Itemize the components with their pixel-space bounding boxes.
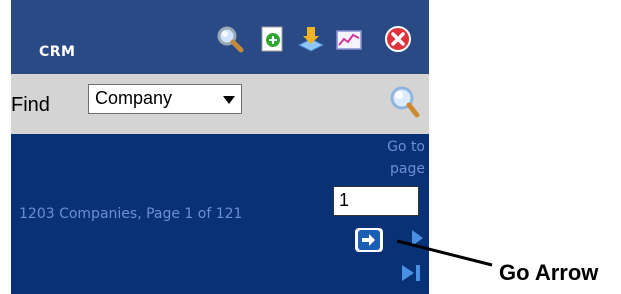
page-number-input[interactable]: 1 [333,186,419,216]
chevron-down-icon [223,96,235,104]
find-type-value: Company [95,88,173,108]
last-page-icon[interactable] [400,263,424,283]
download-icon[interactable] [297,25,325,53]
search-icon[interactable] [216,25,244,53]
find-type-select[interactable]: Company [88,84,242,114]
header-bar: CRM [11,0,429,74]
close-icon[interactable] [384,25,412,53]
find-label: Find [11,94,50,116]
next-page-icon[interactable] [409,228,425,248]
go-arrow-callout-label: Go Arrow [499,260,599,285]
add-icon[interactable] [259,25,287,53]
find-search-icon[interactable] [385,84,421,120]
go-arrow-button[interactable] [355,228,383,252]
app-title: CRM [39,44,76,60]
chart-icon[interactable] [335,25,363,53]
crm-panel: CRM Find Company Go to page 1203 Compani… [11,0,429,294]
page-number-value: 1 [339,190,350,210]
record-count-status: 1203 Companies, Page 1 of 121 [19,206,243,222]
go-to-page-label: Go to page [387,139,425,177]
arrow-right-icon [358,230,380,250]
